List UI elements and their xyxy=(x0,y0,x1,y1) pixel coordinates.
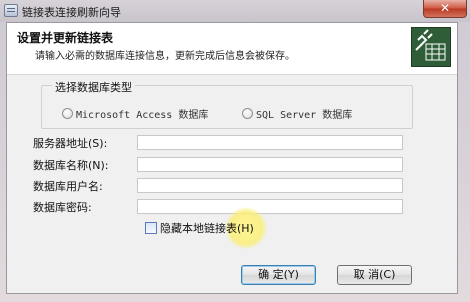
db-type-legend: 选择数据库类型 xyxy=(52,79,135,95)
database-user-label: 数据库用户名: xyxy=(33,180,103,193)
radio-access-circle[interactable] xyxy=(62,108,73,119)
radio-sql-server-circle[interactable] xyxy=(242,108,253,119)
server-address-input[interactable] xyxy=(137,135,403,150)
database-name-label: 数据库名称(N): xyxy=(33,159,109,172)
wizard-description: 请输入必需的数据库连接信息，更新完成后信息会被保存。 xyxy=(35,51,295,62)
database-password-label: 数据库密码: xyxy=(33,201,92,214)
radio-sql-server-label: SQL Server 数据库 xyxy=(256,110,353,121)
wizard-header: 设置并更新链接表 请输入必需的数据库连接信息，更新完成后信息会被保存。 xyxy=(7,23,457,75)
linked-table-plug-icon xyxy=(411,27,451,67)
title-bar: 链接表连接刷新向导 ✕ xyxy=(0,0,470,22)
cancel-button[interactable]: 取 消(C) xyxy=(337,265,412,285)
database-name-input[interactable] xyxy=(137,157,403,172)
wizard-heading: 设置并更新链接表 xyxy=(17,31,114,45)
ok-button[interactable]: 确 定(Y) xyxy=(241,265,316,285)
window-app-icon xyxy=(4,4,18,17)
wizard-dialog: 设置并更新链接表 请输入必需的数据库连接信息，更新完成后信息会被保存。 选择数据… xyxy=(6,22,458,294)
database-user-input[interactable] xyxy=(137,178,403,193)
server-address-label: 服务器地址(S): xyxy=(33,137,108,150)
radio-access[interactable]: Microsoft Access 数据库 xyxy=(62,106,208,121)
database-password-input[interactable] xyxy=(137,199,403,214)
window-title: 链接表连接刷新向导 xyxy=(22,6,121,19)
close-button[interactable]: ✕ xyxy=(423,0,467,18)
hide-local-tables-checkbox[interactable] xyxy=(145,222,157,234)
radio-access-label: Microsoft Access 数据库 xyxy=(76,110,209,121)
db-type-group: 选择数据库类型 Microsoft Access 数据库 SQL Server … xyxy=(41,79,413,129)
hide-local-tables-option[interactable]: 隐藏本地链接表(H) xyxy=(145,220,254,236)
hide-local-tables-label: 隐藏本地链接表(H) xyxy=(160,222,254,235)
radio-sql-server[interactable]: SQL Server 数据库 xyxy=(242,106,352,121)
